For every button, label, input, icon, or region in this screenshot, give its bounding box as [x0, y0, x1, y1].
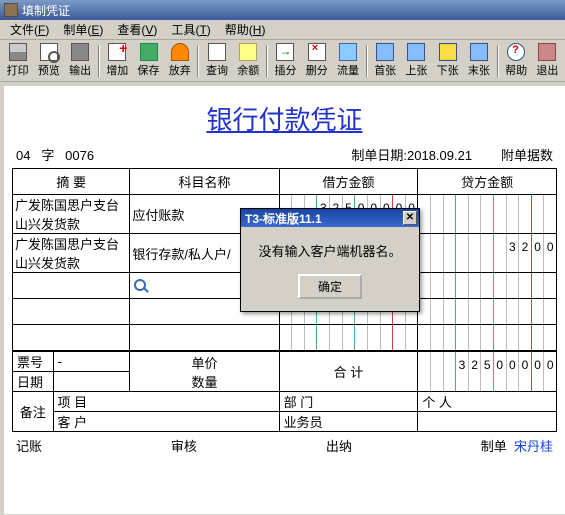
person-cell[interactable]: 个 人: [418, 392, 557, 412]
ticket-value[interactable]: -: [53, 352, 130, 372]
voucher-word[interactable]: 04: [16, 148, 30, 163]
next-button[interactable]: 下张: [432, 42, 463, 80]
dialog-message: 没有输入客户端机器名。: [249, 241, 411, 260]
ticket-label: 票号: [13, 352, 54, 372]
insert-icon: [276, 43, 294, 61]
insert-button[interactable]: 插分: [270, 42, 301, 80]
flow-icon: [339, 43, 357, 61]
window-titlebar: 填制凭证: [0, 0, 565, 20]
table-row[interactable]: [13, 325, 557, 351]
exit-button[interactable]: 退出: [532, 42, 563, 80]
export-button[interactable]: 输出: [64, 42, 95, 80]
search-icon[interactable]: [134, 279, 146, 291]
help-icon: [507, 43, 525, 61]
menu-help[interactable]: 帮助(H): [219, 19, 272, 40]
voucher-date[interactable]: 2018.09.21: [407, 148, 472, 163]
first-button[interactable]: 首张: [370, 42, 401, 80]
sign-maker: 制单: [481, 439, 507, 454]
col-credit: 贷方金额: [418, 169, 557, 195]
toolbar-separator: [366, 45, 368, 77]
undo-icon: [171, 43, 189, 61]
toolbar-separator: [197, 45, 199, 77]
print-button[interactable]: 打印: [2, 42, 33, 80]
ok-button[interactable]: 确定: [298, 274, 362, 299]
balance-button[interactable]: 余额: [233, 42, 264, 80]
close-icon[interactable]: ✕: [403, 211, 417, 225]
export-icon: [71, 43, 89, 61]
total-debit: 32500000: [418, 352, 557, 392]
exit-icon: [538, 43, 556, 61]
prev-button[interactable]: 上张: [401, 42, 432, 80]
sign-bookkeep: 记账: [16, 436, 42, 455]
sign-cashier: 出纳: [326, 436, 352, 455]
staff-cell[interactable]: 业务员: [279, 412, 418, 432]
customer-cell[interactable]: 客 户: [53, 412, 279, 432]
menu-file[interactable]: 文件(F): [4, 19, 55, 40]
save-button[interactable]: 保存: [133, 42, 164, 80]
undo-button[interactable]: 放弃: [164, 42, 195, 80]
find-icon: [208, 43, 226, 61]
voucher-title: 银行付款凭证: [12, 100, 557, 137]
toolbar-separator: [98, 45, 100, 77]
balance-icon: [239, 43, 257, 61]
last-button[interactable]: 末张: [463, 42, 494, 80]
print-icon: [9, 43, 27, 61]
save-icon: [140, 43, 158, 61]
toolbar-separator: [497, 45, 499, 77]
col-subject: 科目名称: [130, 169, 279, 195]
total-label: 合 计: [279, 352, 418, 392]
credit-cell[interactable]: [418, 195, 557, 234]
preview-button[interactable]: 预览: [33, 42, 64, 80]
credit-cell[interactable]: 3200: [418, 234, 557, 273]
voucher-header-row: 04 字 0076 制单日期:2018.09.21 附单据数: [12, 145, 557, 168]
sign-maker-name: 宋丹桂: [514, 439, 553, 454]
menu-make[interactable]: 制单(E): [57, 19, 109, 40]
menu-tool[interactable]: 工具(T): [165, 19, 216, 40]
dialog-title-text: T3-标准版11.1: [245, 210, 322, 227]
add-button[interactable]: 增加: [102, 42, 133, 80]
footer-date-value[interactable]: [53, 372, 130, 392]
first-icon: [376, 43, 394, 61]
toolbar-separator: [266, 45, 268, 77]
signature-row: 记账 审核 出纳 制单 宋丹桂: [12, 432, 557, 455]
summary-cell[interactable]: 广发陈国思户支台山兴发货款: [13, 195, 130, 234]
col-summary: 摘 要: [13, 169, 130, 195]
app-icon: [4, 3, 18, 17]
window-title: 填制凭证: [22, 2, 70, 19]
remark-label: 备注: [13, 392, 54, 432]
dept-cell[interactable]: 部 门: [279, 392, 418, 412]
price-qty-cell: 单价数量: [130, 352, 279, 392]
summary-cell[interactable]: 广发陈国思户支台山兴发货款: [13, 234, 130, 273]
help-button[interactable]: 帮助: [501, 42, 532, 80]
delete-icon: [308, 43, 326, 61]
voucher-word-label: 字: [41, 148, 54, 163]
footer-date-label: 日期: [13, 372, 54, 392]
voucher-date-label: 制单日期:: [351, 148, 407, 163]
error-dialog: T3-标准版11.1 ✕ 没有输入客户端机器名。 确定: [240, 208, 420, 312]
credit-cell[interactable]: [418, 273, 557, 299]
last-icon: [470, 43, 488, 61]
menu-view[interactable]: 查看(V): [111, 19, 163, 40]
project-cell[interactable]: 项 目: [53, 392, 279, 412]
toolbar: 打印 预览 输出 增加 保存 放弃 查询 余额 插分 删分 流量 首张 上张 下…: [0, 40, 565, 82]
dialog-titlebar[interactable]: T3-标准版11.1 ✕: [241, 209, 419, 227]
sign-audit: 审核: [171, 436, 197, 455]
preview-icon: [40, 43, 58, 61]
next-icon: [439, 43, 457, 61]
voucher-number[interactable]: 0076: [65, 148, 94, 163]
footer-table: 票号 - 单价数量 合 计 32500000 日期 备注 项 目 部 门 个 人…: [12, 351, 557, 432]
summary-cell[interactable]: [13, 273, 130, 299]
dialog-body: 没有输入客户端机器名。 确定: [241, 227, 419, 311]
find-button[interactable]: 查询: [201, 42, 232, 80]
add-icon: [108, 43, 126, 61]
delete-button[interactable]: 删分: [301, 42, 332, 80]
menubar: 文件(F) 制单(E) 查看(V) 工具(T) 帮助(H): [0, 20, 565, 40]
attach-label: 附单据数: [501, 148, 553, 163]
flow-button[interactable]: 流量: [332, 42, 363, 80]
col-debit: 借方金额: [279, 169, 418, 195]
prev-icon: [407, 43, 425, 61]
